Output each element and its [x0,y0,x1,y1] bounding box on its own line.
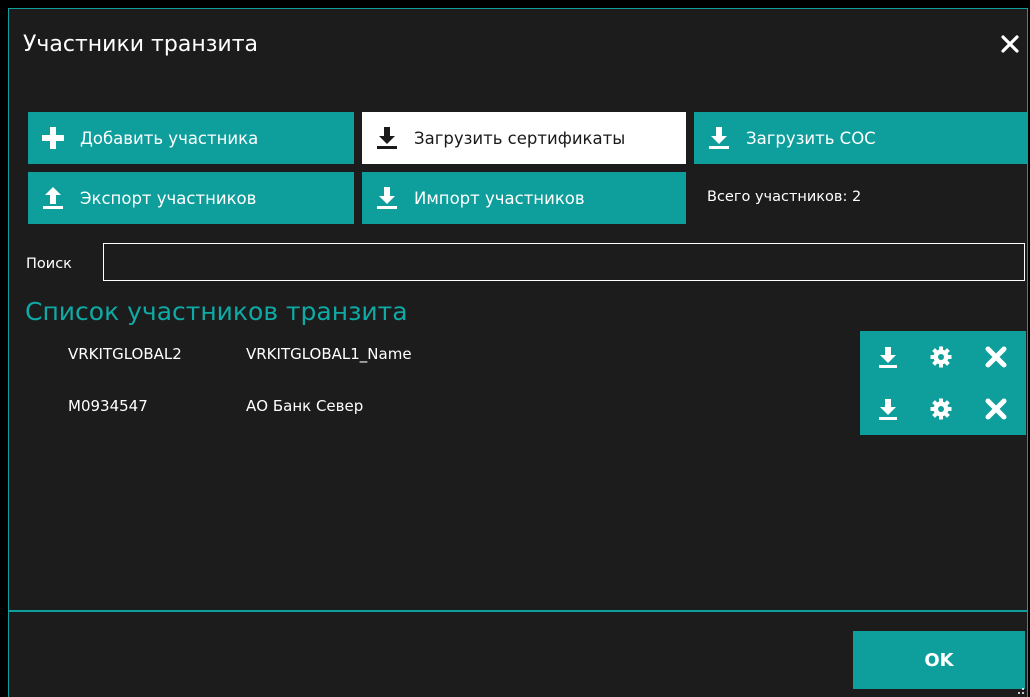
plus-icon [42,127,64,149]
participant-code: M0934547 [68,397,148,415]
resize-grip-icon[interactable] [1017,687,1025,695]
close-button[interactable] [999,33,1021,55]
load-certificates-label: Загрузить сертификаты [414,128,626,148]
add-participant-button[interactable]: Добавить участника [28,112,354,164]
total-participants-count: Всего участников: 2 [707,189,862,205]
download-icon[interactable] [876,397,900,421]
load-certificates-button[interactable]: Загрузить сертификаты [362,112,686,164]
list-header: Список участников транзита [25,297,408,326]
footer-divider [9,610,1027,612]
export-participants-button[interactable]: Экспорт участников [28,172,354,224]
ok-label: OK [924,649,954,671]
ok-button[interactable]: OK [853,631,1025,689]
delete-x-icon[interactable] [984,397,1008,421]
import-participants-label: Импорт участников [414,188,585,208]
search-label: Поиск [26,256,72,272]
participant-code: VRKITGLOBAL2 [68,345,182,363]
gear-icon[interactable] [929,397,953,421]
close-icon [1001,35,1019,53]
add-participant-label: Добавить участника [80,128,259,148]
load-crl-button[interactable]: Загрузить СОС [694,112,1027,164]
dialog-title: Участники транзита [23,32,258,57]
row-actions-panel [860,331,1026,435]
export-participants-label: Экспорт участников [80,188,257,208]
load-crl-label: Загрузить СОС [746,128,876,148]
download-icon [377,127,397,149]
participant-name: VRKITGLOBAL1_Name [246,345,412,363]
delete-x-icon[interactable] [984,345,1008,369]
participants-dialog: Участники транзита Добавить участника За… [8,8,1028,697]
upload-icon [43,187,63,209]
search-input[interactable] [103,243,1025,281]
download-icon [709,127,729,149]
gear-icon[interactable] [929,345,953,369]
download-icon[interactable] [876,345,900,369]
import-participants-button[interactable]: Импорт участников [362,172,686,224]
download-icon [377,187,397,209]
participant-name: АО Банк Север [246,397,364,415]
